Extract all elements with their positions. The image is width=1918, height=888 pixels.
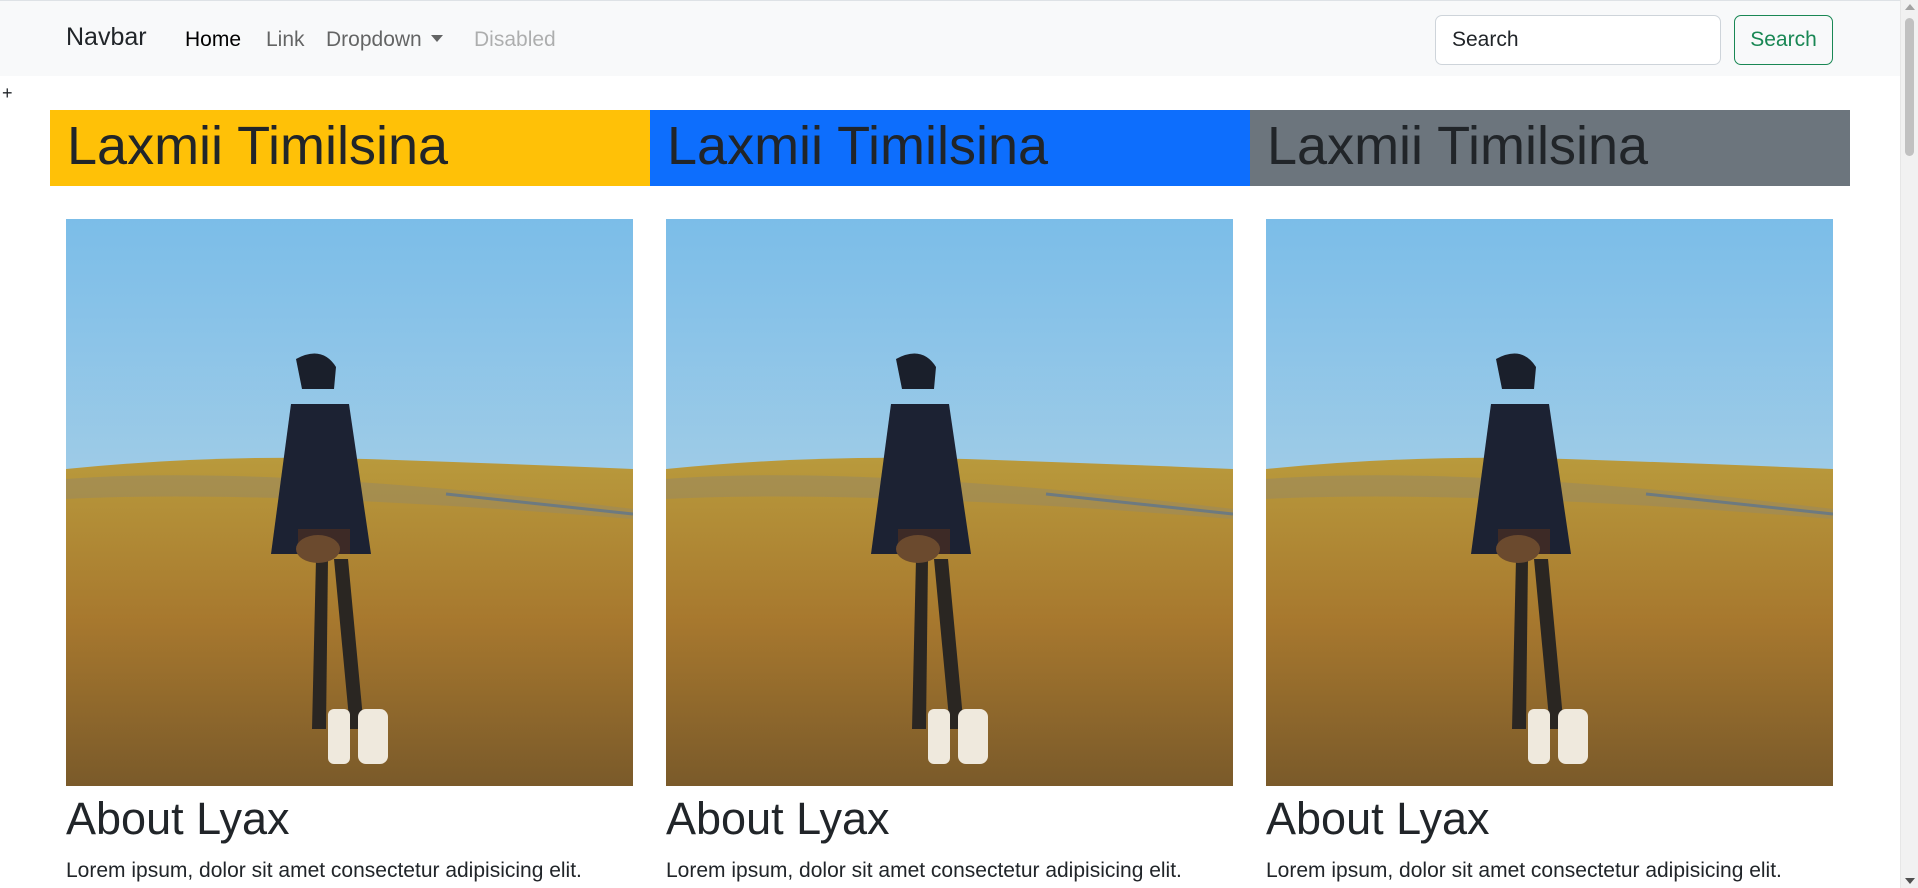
chevron-down-icon — [430, 35, 443, 42]
scrollbar-thumb[interactable] — [1905, 18, 1914, 156]
nav-dropdown-toggle[interactable]: Dropdown — [326, 28, 443, 52]
banner-heading: Laxmii Timilsina — [1267, 116, 1649, 176]
top-navbar: Navbar Home Link Dropdown Disabled Searc… — [0, 0, 1900, 76]
card-text: Lorem ipsum, dolor sit amet consectetur … — [1266, 859, 1782, 882]
search-button[interactable]: Search — [1734, 15, 1833, 65]
nav-link-home[interactable]: Home — [185, 28, 241, 52]
card-title: About Lyax — [666, 793, 890, 844]
banner-primary: Laxmii Timilsina — [650, 110, 1250, 186]
banner-secondary: Laxmii Timilsina — [1250, 110, 1850, 186]
banner-heading: Laxmii Timilsina — [667, 116, 1049, 176]
page-scrollbar[interactable] — [1900, 0, 1918, 888]
scroll-down-arrow-icon[interactable] — [1905, 878, 1915, 884]
nav-dropdown-label: Dropdown — [326, 28, 422, 51]
nav-link-link[interactable]: Link — [266, 28, 305, 52]
banner-heading: Laxmii Timilsina — [67, 116, 449, 176]
stray-plus-text: + — [2, 83, 13, 103]
card-title: About Lyax — [66, 793, 290, 844]
card-text: Lorem ipsum, dolor sit amet consectetur … — [66, 859, 582, 882]
card-text: Lorem ipsum, dolor sit amet consectetur … — [666, 859, 1182, 882]
profile-card: About Lyax Lorem ipsum, dolor sit amet c… — [66, 219, 633, 886]
profile-photo — [66, 219, 633, 786]
navbar-brand[interactable]: Navbar — [66, 23, 147, 52]
search-input[interactable] — [1435, 15, 1721, 65]
scroll-up-arrow-icon[interactable] — [1905, 4, 1915, 10]
profile-photo — [666, 219, 1233, 786]
banner-warning: Laxmii Timilsina — [50, 110, 650, 186]
nav-link-disabled: Disabled — [474, 28, 556, 51]
card-title: About Lyax — [1266, 793, 1490, 844]
profile-card: About Lyax Lorem ipsum, dolor sit amet c… — [666, 219, 1233, 886]
profile-card: About Lyax Lorem ipsum, dolor sit amet c… — [1266, 219, 1833, 886]
profile-photo — [1266, 219, 1833, 786]
